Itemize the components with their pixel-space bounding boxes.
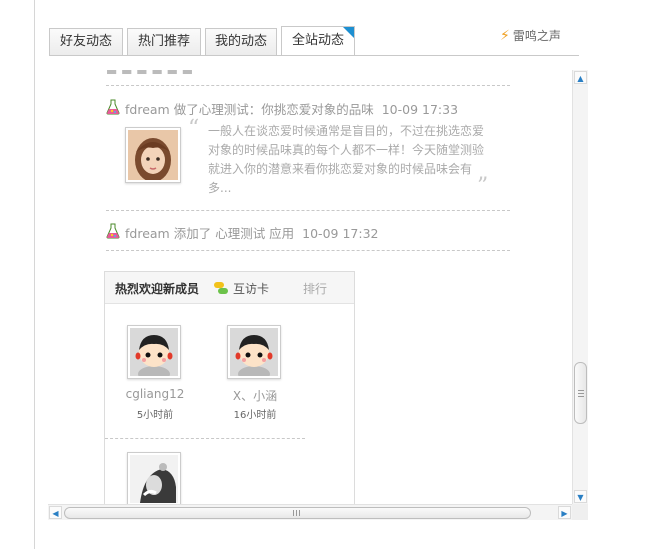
welcome-box-title: 热烈欢迎新成员: [115, 282, 200, 296]
vertical-scrollbar[interactable]: ▲ ▼: [572, 70, 588, 504]
member-2-name[interactable]: X、小涵: [215, 387, 295, 404]
cartoon-boy-avatar: [230, 328, 278, 382]
feed-item-1-excerpt: 一般人在谈恋爱时候通常是盲目的，不过在挑选恋爱对象的时候品味真的每个人都不一样！…: [208, 124, 485, 195]
grip-line: [296, 510, 297, 516]
bw-photo-avatar: [130, 455, 178, 503]
feed-item-1-action: 做了心理测试：你挑恋爱对象的品味: [173, 102, 374, 117]
member-divider: [105, 438, 305, 439]
feed-item-2-user[interactable]: fdream: [125, 226, 170, 241]
visit-card-label: 互访卡: [233, 282, 270, 296]
welcome-new-members-box: 热烈欢迎新成员 互访卡 排行 cgliang12 5小时前 X、小涵 16小时前: [104, 271, 355, 504]
welcome-box-header: 热烈欢迎新成员 互访卡 排行: [105, 272, 354, 304]
voice-link-label: 雷鸣之声: [512, 29, 561, 43]
horizontal-scroll-thumb[interactable]: [64, 507, 531, 519]
vertical-scroll-thumb[interactable]: [574, 362, 587, 424]
tab-hot-recommend[interactable]: 热门推荐: [127, 28, 201, 55]
horizontal-scrollbar[interactable]: ◀ ▶: [48, 504, 572, 520]
feed-item-2-text: fdream 添加了 心理测试 应用 10-09 17:32: [125, 223, 378, 242]
tab-corner-marker: [343, 27, 354, 38]
feed-item-2-time: 10-09 17:32: [302, 226, 379, 241]
grip-line: [578, 390, 584, 391]
grip-line: [299, 510, 300, 516]
scroll-down-arrow-icon[interactable]: ▼: [574, 490, 587, 503]
scrollbar-corner: [572, 504, 588, 520]
scroll-up-arrow-icon[interactable]: ▲: [574, 71, 587, 84]
visit-card-link[interactable]: 互访卡: [213, 280, 269, 297]
lightning-icon: ⚡: [500, 28, 510, 44]
tab-my-feed[interactable]: 我的动态: [205, 28, 277, 55]
flask-icon: [106, 223, 120, 239]
member-2-avatar[interactable]: [227, 325, 281, 382]
grip-line: [578, 393, 584, 394]
scroll-left-arrow-icon[interactable]: ◀: [49, 506, 62, 519]
feed-item-1-avatar[interactable]: [125, 127, 181, 183]
member-1-avatar[interactable]: [127, 325, 181, 382]
member-3-avatar[interactable]: [127, 452, 181, 504]
feed-item-1-time: 10-09 17:33: [381, 102, 459, 117]
scroll-right-arrow-icon[interactable]: ▶: [558, 506, 571, 519]
feed-panel: ▬ ▬ ▬ ▬ ▬ ▬ fdream 做了心理测试：你挑恋爱对象的品味 10-0…: [48, 70, 588, 520]
member-2-time: 16小时前: [233, 410, 277, 421]
tab-friends-feed[interactable]: 好友动态: [49, 28, 123, 55]
close-quote-icon: ”: [477, 174, 489, 199]
clipped-previous-item: ▬ ▬ ▬ ▬ ▬ ▬: [106, 70, 194, 78]
feed-divider: [106, 210, 510, 211]
feed-divider: [106, 250, 510, 251]
tab-site-feed[interactable]: 全站动态: [281, 26, 355, 55]
flask-icon: [106, 99, 120, 115]
visit-card-icon: [214, 282, 228, 294]
rank-link[interactable]: 排行: [303, 280, 327, 297]
member-1-name[interactable]: cgliang12: [115, 387, 195, 401]
cartoon-boy-avatar: [130, 328, 178, 382]
feed-item-1-text: fdream 做了心理测试：你挑恋爱对象的品味 10-09 17:33: [125, 99, 458, 118]
feed-item-2-action: 添加了 心理测试 应用: [173, 226, 295, 241]
voice-link[interactable]: ⚡ 雷鸣之声: [500, 27, 561, 45]
tab-baseline: [49, 55, 579, 56]
feed-item-1-user[interactable]: fdream: [125, 102, 170, 117]
grip-line: [578, 396, 584, 397]
left-border-line: [34, 0, 35, 549]
feed-content: ▬ ▬ ▬ ▬ ▬ ▬ fdream 做了心理测试：你挑恋爱对象的品味 10-0…: [48, 70, 572, 504]
grip-line: [293, 510, 294, 516]
member-1-time: 5小时前: [136, 410, 174, 421]
open-quote-icon: “: [188, 116, 200, 141]
feed-divider: [106, 85, 510, 86]
girl-photo-avatar: [128, 130, 178, 182]
tab-site-feed-label: 全站动态: [291, 33, 344, 48]
